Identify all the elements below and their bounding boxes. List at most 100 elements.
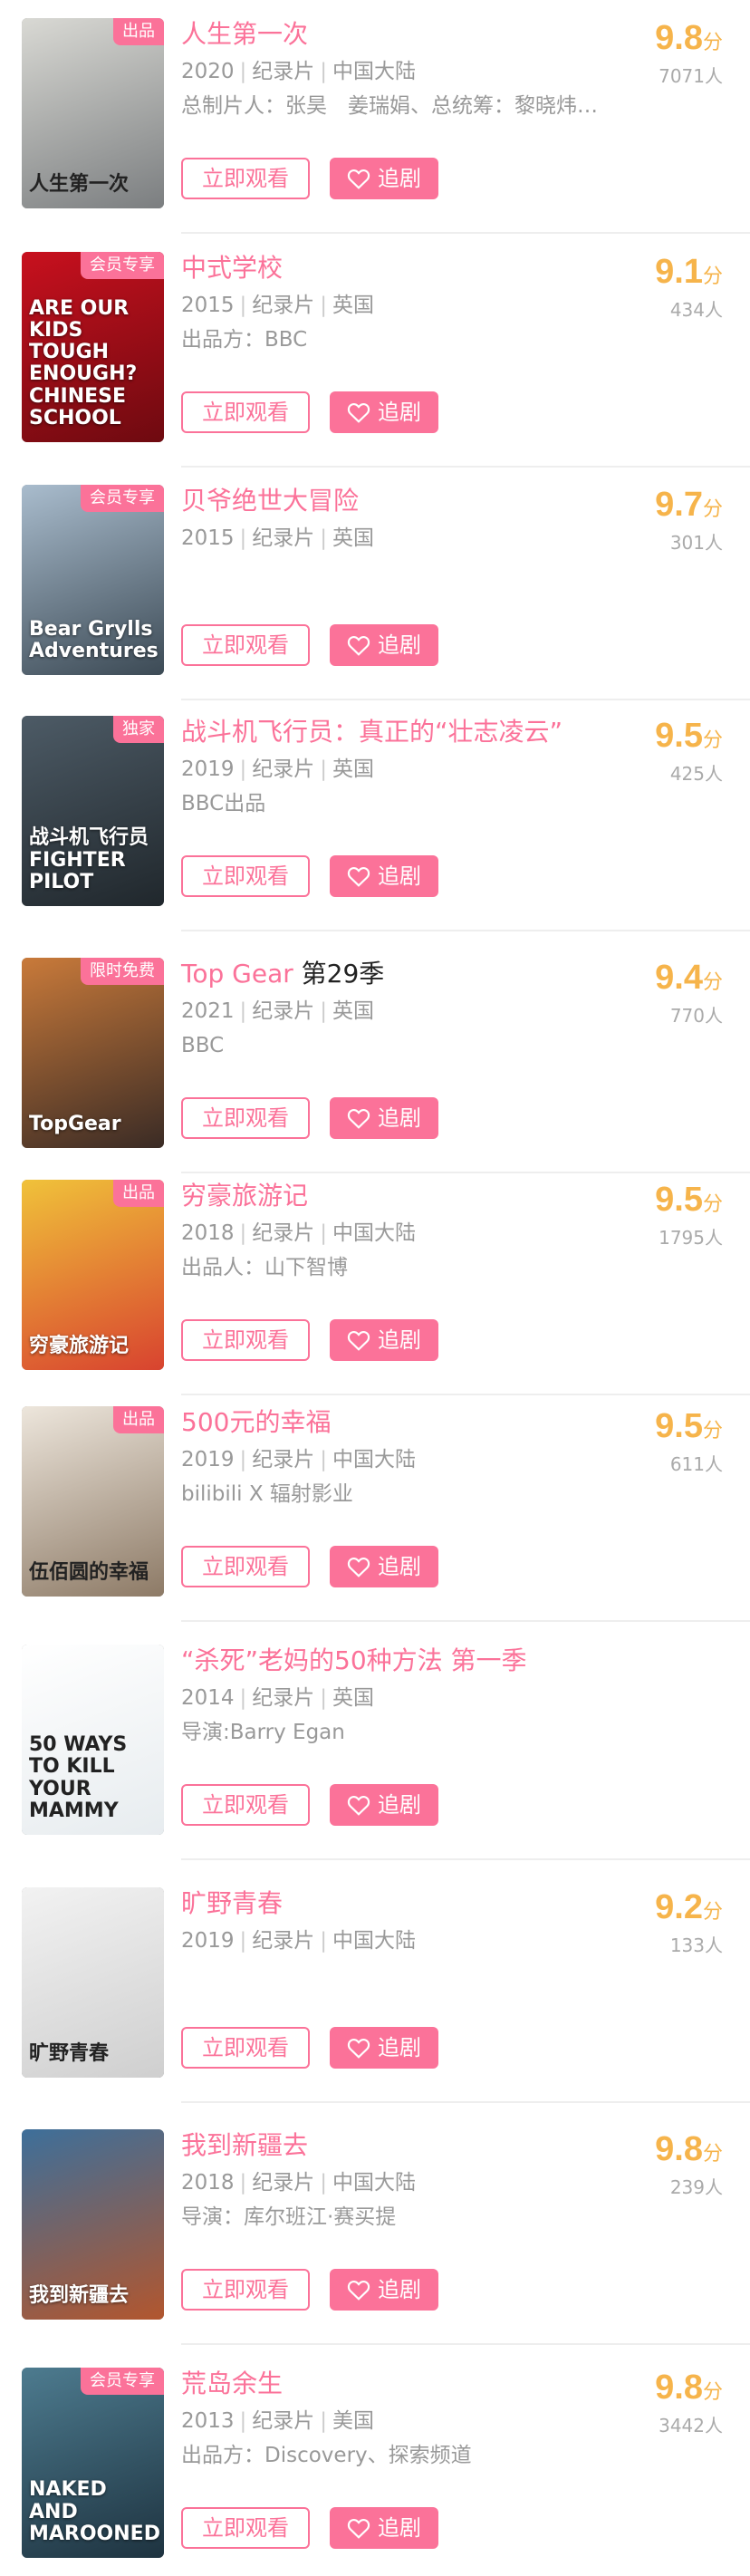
item-title[interactable]: Top Gear 第29季 <box>181 958 384 990</box>
region: 英国 <box>332 294 375 317</box>
follow-button[interactable]: 追剧 <box>330 158 438 199</box>
follow-button[interactable]: 追剧 <box>330 855 438 897</box>
divider <box>181 1394 750 1395</box>
rating-count: 434人 <box>669 299 723 321</box>
region: 中国大陆 <box>332 2171 417 2195</box>
follow-button[interactable]: 追剧 <box>330 2027 438 2069</box>
list-item[interactable]: Bear Grylls Adventures 会员专享 贝爷绝世大冒险 2015 | 纪录… <box>0 485 750 700</box>
poster-caption: Bear Grylls Adventures <box>29 617 159 662</box>
poster-image[interactable]: ARE OUR KIDS TOUGH ENOUGH? CHINESE SCHOO… <box>22 252 164 442</box>
follow-button[interactable]: 追剧 <box>330 1784 438 1826</box>
list-item[interactable]: 人生第一次 出品 人生第一次 2020 | 纪录片 | 中国大陆 总制片人：张昊 姜瑞娟、总统筹… <box>0 18 750 234</box>
separator: | <box>239 60 247 83</box>
follow-button[interactable]: 追剧 <box>330 391 438 433</box>
item-credit: 总制片人：张昊 姜瑞娟、总统筹：黎晓炜… <box>181 94 598 118</box>
heart-icon <box>347 402 370 423</box>
poster-image[interactable]: 人生第一次 出品 <box>22 18 164 208</box>
badge: 独家 <box>113 716 164 743</box>
separator: | <box>239 757 247 781</box>
list-item[interactable]: TopGear 限时免费 Top Gear 第29季 2021 | 纪录片 | 英国 BBC 立即… <box>0 958 750 1173</box>
watch-now-button[interactable]: 立即观看 <box>181 391 310 433</box>
list-item[interactable]: NAKED AND MAROONED 会员专享 荒岛余生 2013 | 纪录片 | 美国 出品方… <box>0 2368 750 2576</box>
watch-now-button[interactable]: 立即观看 <box>181 2507 310 2549</box>
badge: 出品 <box>113 1180 164 1207</box>
item-title[interactable]: 贝爷绝世大冒险 <box>181 485 359 517</box>
list-item[interactable]: 伍佰圆的幸福 出品 500元的幸福 2019 | 纪录片 | 中国大陆 bilibili X 辐… <box>0 1406 750 1622</box>
item-title[interactable]: 人生第一次 <box>181 18 308 51</box>
item-title[interactable]: 中式学校 <box>181 252 283 285</box>
follow-button[interactable]: 追剧 <box>330 624 438 666</box>
follow-label: 追剧 <box>378 632 421 658</box>
divider <box>181 2101 750 2103</box>
genre: 纪录片 <box>252 294 315 317</box>
follow-label: 追剧 <box>378 2515 421 2541</box>
poster-image[interactable]: 伍佰圆的幸福 出品 <box>22 1406 164 1597</box>
item-title[interactable]: 旷野青春 <box>181 1887 283 1920</box>
poster-image[interactable]: 战斗机飞行员 FIGHTER PILOT 独家 <box>22 716 164 906</box>
follow-button[interactable]: 追剧 <box>330 1546 438 1587</box>
item-title[interactable]: 穷豪旅游记 <box>181 1180 308 1212</box>
title-text: 旷野青春 <box>181 1888 284 1918</box>
score-value: 9.8 <box>655 2369 703 2407</box>
poster-image[interactable]: TopGear 限时免费 <box>22 958 164 1148</box>
separator: | <box>239 1686 247 1710</box>
badge: 会员专享 <box>81 252 164 279</box>
watch-now-button[interactable]: 立即观看 <box>181 1784 310 1826</box>
follow-label: 追剧 <box>378 1792 421 1818</box>
separator: | <box>320 757 328 781</box>
watch-now-button[interactable]: 立即观看 <box>181 1319 310 1361</box>
poster-caption: ARE OUR KIDS TOUGH ENOUGH? CHINESE SCHOO… <box>29 296 138 429</box>
follow-button[interactable]: 追剧 <box>330 1097 438 1139</box>
badge: 限时免费 <box>81 958 164 985</box>
list-item[interactable]: 战斗机飞行员 FIGHTER PILOT 独家 战斗机飞行员：真正的“壮志凌云” 20… <box>0 716 750 931</box>
divider <box>181 1858 750 1860</box>
item-title[interactable]: 战斗机飞行员：真正的“壮志凌云” <box>181 716 562 748</box>
watch-now-button[interactable]: 立即观看 <box>181 2269 310 2311</box>
item-title[interactable]: 我到新疆去 <box>181 2129 308 2162</box>
region: 中国大陆 <box>332 60 417 83</box>
rating-score: 9.5分 <box>655 1408 723 1444</box>
list-item[interactable]: 我到新疆去 我到新疆去 2018 | 纪录片 | 中国大陆 导演：库尔班江·赛买提 立即观看 追剧… <box>0 2129 750 2345</box>
poster-image[interactable]: 旷野青春 <box>22 1887 164 2078</box>
poster-image[interactable]: 50 WAYS TO KILL YOUR MAMMY <box>22 1645 164 1835</box>
separator: | <box>320 1221 328 1245</box>
divider <box>181 930 750 931</box>
watch-now-button[interactable]: 立即观看 <box>181 855 310 897</box>
separator: | <box>320 2409 328 2433</box>
item-title[interactable]: 500元的幸福 <box>181 1406 331 1439</box>
year: 2015 <box>181 294 235 317</box>
watch-now-button[interactable]: 立即观看 <box>181 158 310 199</box>
item-title[interactable]: 荒岛余生 <box>181 2368 283 2400</box>
score-unit: 分 <box>702 498 723 521</box>
follow-button[interactable]: 追剧 <box>330 2269 438 2311</box>
divider <box>181 232 750 234</box>
list-item[interactable]: 旷野青春 旷野青春 2019 | 纪录片 | 中国大陆 立即观看 追剧 9.2分 133人 <box>0 1887 750 2103</box>
title-text: 我到新疆去 <box>181 2130 309 2160</box>
poster-image[interactable]: 穷豪旅游记 出品 <box>22 1180 164 1370</box>
list-item[interactable]: 穷豪旅游记 出品 穷豪旅游记 2018 | 纪录片 | 中国大陆 出品人：山下智博 立即观看 追剧 9… <box>0 1180 750 1395</box>
follow-button[interactable]: 追剧 <box>330 1319 438 1361</box>
watch-now-button[interactable]: 立即观看 <box>181 2027 310 2069</box>
poster-image[interactable]: Bear Grylls Adventures 会员专享 <box>22 485 164 675</box>
watch-now-button[interactable]: 立即观看 <box>181 624 310 666</box>
poster-image[interactable]: NAKED AND MAROONED 会员专享 <box>22 2368 164 2558</box>
score-value: 9.2 <box>655 1888 703 1926</box>
list-item[interactable]: 50 WAYS TO KILL YOUR MAMMY “杀死”老妈的50种方法 第… <box>0 1645 750 1860</box>
watch-now-button[interactable]: 立即观看 <box>181 1097 310 1139</box>
watch-now-button[interactable]: 立即观看 <box>181 1546 310 1587</box>
genre: 纪录片 <box>252 2171 315 2195</box>
rating-score: 9.1分 <box>655 254 723 290</box>
follow-button[interactable]: 追剧 <box>330 2507 438 2549</box>
separator: | <box>239 999 247 1023</box>
item-meta: 2018 | 纪录片 | 中国大陆 <box>181 1220 416 1247</box>
score-unit: 分 <box>702 1420 723 1442</box>
item-credit: 导演：库尔班江·赛买提 <box>181 2205 397 2229</box>
list-item[interactable]: ARE OUR KIDS TOUGH ENOUGH? CHINESE SCHOO… <box>0 252 750 468</box>
item-credit: 导演:Barry Egan <box>181 1721 345 1744</box>
divider <box>181 2343 750 2345</box>
poster-image[interactable]: 我到新疆去 <box>22 2129 164 2320</box>
score-unit: 分 <box>702 1193 723 1216</box>
item-title[interactable]: “杀死”老妈的50种方法 第一季 <box>181 1645 527 1677</box>
score-value: 9.5 <box>655 1407 703 1445</box>
genre: 纪录片 <box>252 1448 315 1471</box>
